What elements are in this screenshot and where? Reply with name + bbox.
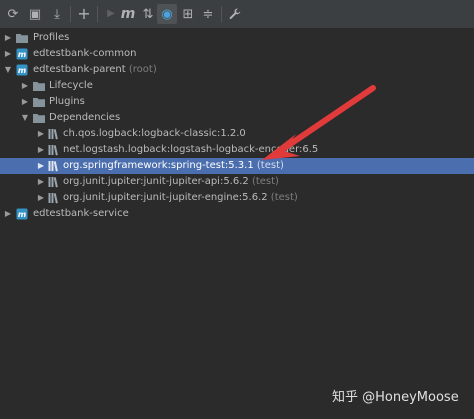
tree-item-label: Profiles [33, 32, 70, 43]
expand-arrow-icon[interactable]: ▶ [36, 174, 46, 190]
tree-item-label: edtestbank-common [33, 48, 137, 59]
dependency-item[interactable]: ▶ net.logstash.logback:logstash-logback-… [0, 142, 474, 158]
expand-arrow-icon[interactable]: ▶ [20, 78, 30, 94]
maven-module-icon: m [16, 64, 28, 76]
folder-icon [33, 114, 45, 123]
dependency-scope: (test) [270, 192, 298, 203]
maven-module-icon: m [16, 48, 28, 60]
expand-arrow-icon[interactable]: ▶ [3, 46, 13, 62]
tree-item-plugins[interactable]: ▶ Plugins [0, 94, 474, 110]
wrench-icon [229, 8, 241, 20]
library-icon [48, 193, 58, 204]
svg-text:m: m [18, 66, 26, 75]
tree-item-module-service[interactable]: ▶ m edtestbank-service [0, 206, 474, 222]
library-icon [48, 145, 58, 156]
maven-module-icon: m [16, 208, 28, 220]
download-sources-icon[interactable]: ⤓ [47, 4, 67, 24]
dependency-item[interactable]: ▶ org.junit.jupiter:junit-jupiter-engine… [0, 190, 474, 206]
tree-item-label: edtestbank-service [33, 208, 129, 219]
collapse-all-icon[interactable]: ≑ [198, 4, 218, 24]
show-dependencies-icon[interactable]: ⊞ [178, 4, 198, 24]
svg-text:m: m [18, 50, 26, 59]
execute-maven-goal-icon[interactable]: m [118, 4, 138, 24]
toolbar-separator [221, 6, 222, 22]
tree-item-module-parent[interactable]: ▼ m edtestbank-parent (root) [0, 62, 474, 78]
library-icon [48, 177, 58, 188]
settings-wrench-icon[interactable] [225, 4, 245, 24]
maven-toolbar: ⟳ ▣ ⤓ + ▶ m ⇅ ◉ ⊞ ≑ [0, 0, 474, 29]
tree-item-dependencies[interactable]: ▼ Dependencies [0, 110, 474, 126]
dependency-name: org.junit.jupiter:junit-jupiter-api:5.6.… [63, 176, 249, 187]
dependency-name: net.logstash.logback:logstash-logback-en… [63, 144, 319, 155]
add-maven-project-icon[interactable]: + [74, 4, 94, 24]
collapse-arrow-icon[interactable]: ▼ [3, 62, 13, 78]
toggle-offline-icon[interactable]: ⇅ [138, 4, 158, 24]
library-icon [48, 129, 58, 140]
expand-arrow-icon[interactable]: ▶ [36, 126, 46, 142]
tree-item-module-common[interactable]: ▶ m edtestbank-common [0, 46, 474, 62]
tree-item-label: Plugins [49, 96, 85, 107]
dependency-label-wrap: net.logstash.logback:logstash-logback-en… [63, 142, 318, 158]
svg-text:m: m [18, 210, 26, 219]
toolbar-separator [70, 6, 71, 22]
maven-project-tree: ▶ Profiles ▶ m edtestbank-common ▼ m edt… [0, 28, 474, 419]
collapse-arrow-icon[interactable]: ▼ [20, 110, 30, 126]
folder-icon [33, 98, 45, 107]
toolbar-separator [97, 6, 98, 22]
dependency-label-wrap: org.springframework:spring-test:5.3.1 (t… [63, 158, 284, 174]
folder-icon [16, 34, 28, 43]
add-folder-icon[interactable]: ▣ [25, 4, 45, 24]
dependency-name: org.springframework:spring-test:5.3.1 [63, 160, 254, 171]
reimport-icon[interactable]: ⟳ [3, 4, 23, 24]
dependency-name: ch.qos.logback:logback-classic:1.2.0 [63, 128, 246, 139]
expand-arrow-icon[interactable]: ▶ [3, 206, 13, 222]
expand-arrow-icon[interactable]: ▶ [36, 190, 46, 206]
skip-tests-icon[interactable]: ◉ [157, 4, 177, 24]
dependency-name: org.junit.jupiter:junit-jupiter-engine:5… [63, 192, 268, 203]
expand-arrow-icon[interactable]: ▶ [36, 158, 46, 174]
dependency-item[interactable]: ▶ ch.qos.logback:logback-classic:1.2.0 [0, 126, 474, 142]
dependency-scope: (test) [251, 176, 279, 187]
tree-item-label: edtestbank-parent [33, 64, 126, 75]
dependency-label-wrap: org.junit.jupiter:junit-jupiter-api:5.6.… [63, 174, 279, 190]
dependency-label-wrap: ch.qos.logback:logback-classic:1.2.0 [63, 126, 246, 142]
dependency-item-selected[interactable]: ▶ org.springframework:spring-test:5.3.1 … [0, 158, 474, 174]
expand-arrow-icon[interactable]: ▶ [3, 30, 13, 46]
dependency-label-wrap: org.junit.jupiter:junit-jupiter-engine:5… [63, 190, 298, 206]
root-marker: (root) [128, 64, 157, 75]
folder-icon [33, 82, 45, 91]
tree-item-label: Dependencies [49, 112, 121, 123]
tree-item-profiles[interactable]: ▶ Profiles [0, 30, 474, 46]
tree-item-label: Lifecycle [49, 80, 93, 91]
dependency-item[interactable]: ▶ org.junit.jupiter:junit-jupiter-api:5.… [0, 174, 474, 190]
expand-arrow-icon[interactable]: ▶ [20, 94, 30, 110]
tree-item-lifecycle[interactable]: ▶ Lifecycle [0, 78, 474, 94]
expand-arrow-icon[interactable]: ▶ [36, 142, 46, 158]
watermark: 知乎 @HoneyMoose [332, 390, 459, 405]
tree-item-label-wrap: edtestbank-parent (root) [33, 62, 157, 78]
library-icon [48, 161, 58, 172]
dependency-scope: (test) [256, 160, 284, 171]
